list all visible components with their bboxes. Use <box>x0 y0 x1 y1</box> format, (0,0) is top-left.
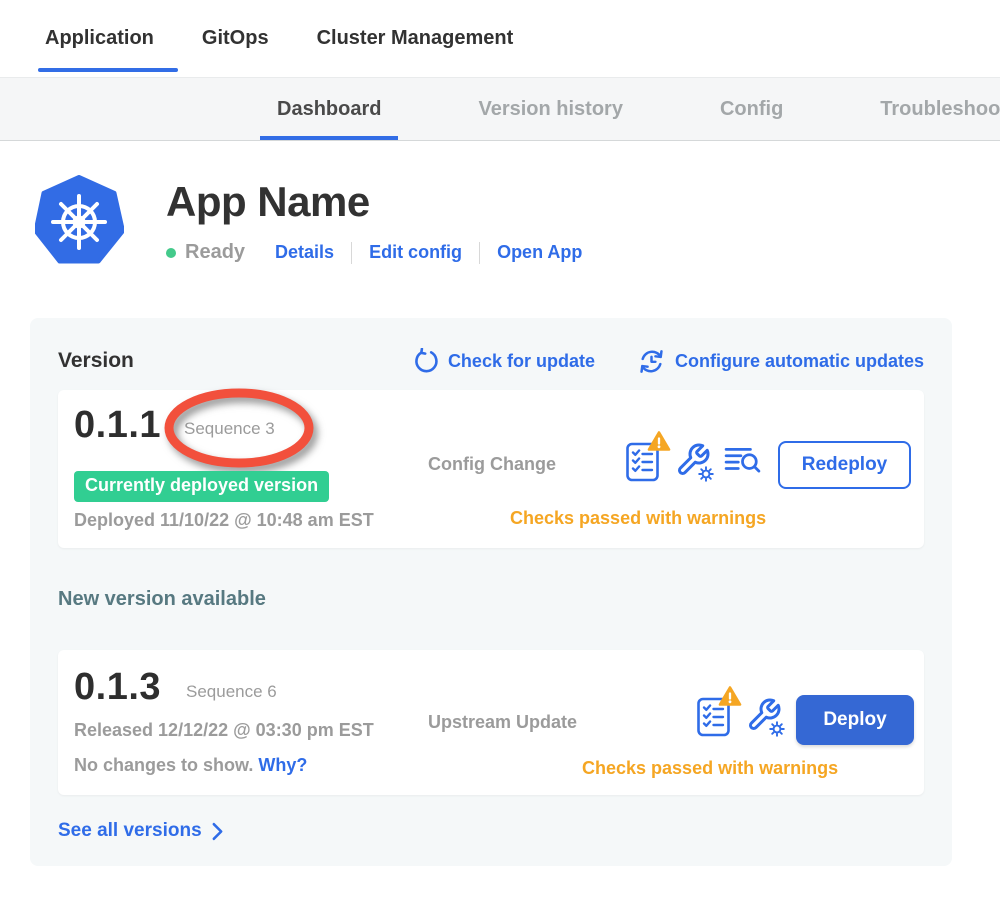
no-changes-label: No changes to show. <box>74 755 253 775</box>
next-version-number: 0.1.3 <box>74 666 161 709</box>
open-app-link[interactable]: Open App <box>497 242 582 263</box>
tab-config[interactable]: Config <box>720 78 783 140</box>
dashboard-main: App Name Ready Details Edit config Open … <box>0 175 1000 866</box>
tab-troubleshoot[interactable]: Troubleshoot <box>880 78 1000 140</box>
version-panel-header: Version Check for update <box>58 346 924 376</box>
gear-icon <box>768 720 786 738</box>
warning-triangle-icon <box>718 685 742 707</box>
deployed-version-badge: Currently deployed version <box>74 471 329 502</box>
deploy-button[interactable]: Deploy <box>796 695 914 745</box>
see-all-versions-label: See all versions <box>58 820 202 842</box>
app-status-row: Ready Details Edit config Open App <box>166 241 582 264</box>
next-version-sequence: Sequence 6 <box>186 682 277 702</box>
divider <box>479 242 480 264</box>
no-changes-text: No changes to show. Why? <box>74 755 307 776</box>
preflight-checks-button[interactable] <box>695 692 733 743</box>
tab-troubleshoot-label: Troubleshoot <box>880 98 1000 121</box>
version-action-icons <box>624 437 761 488</box>
tab-cluster-management[interactable]: Cluster Management <box>317 0 514 77</box>
version-panel-actions: Check for update Configure automatic upd… <box>413 347 924 376</box>
tab-dashboard-label: Dashboard <box>277 98 381 121</box>
check-for-update-link[interactable]: Check for update <box>413 348 595 374</box>
tab-gitops-label: GitOps <box>202 27 269 50</box>
current-version-card: 0.1.1 Sequence 3 Currently deployed vers… <box>58 390 924 548</box>
top-nav: Application GitOps Cluster Management <box>0 0 1000 77</box>
why-link[interactable]: Why? <box>258 755 307 775</box>
app-header: App Name Ready Details Edit config Open … <box>35 175 1000 267</box>
auto-update-clock-icon <box>637 347 666 376</box>
next-version-card: 0.1.3 Sequence 6 Released 12/12/22 @ 03:… <box>58 650 924 795</box>
view-config-button[interactable] <box>746 697 782 738</box>
deployed-timestamp: Deployed 11/10/22 @ 10:48 am EST <box>74 510 374 531</box>
divider <box>351 242 352 264</box>
released-timestamp: Released 12/12/22 @ 03:30 pm EST <box>74 720 374 741</box>
version-panel-title: Version <box>58 349 134 373</box>
status-badge: Ready <box>185 241 245 264</box>
tab-dashboard[interactable]: Dashboard <box>277 78 381 140</box>
version-source-label: Upstream Update <box>428 712 577 733</box>
view-diff-button[interactable] <box>724 444 761 481</box>
tab-config-label: Config <box>720 98 783 121</box>
tab-gitops[interactable]: GitOps <box>202 0 269 77</box>
tab-version-history-label: Version history <box>478 98 623 121</box>
tab-cluster-management-label: Cluster Management <box>317 27 514 50</box>
chevron-right-icon <box>212 822 223 841</box>
warning-triangle-icon <box>647 430 671 452</box>
kubernetes-logo <box>35 175 124 267</box>
new-version-heading: New version available <box>58 588 924 612</box>
tab-application-label: Application <box>45 27 154 50</box>
page-title: App Name <box>166 181 582 223</box>
app-sub-nav: Dashboard Version history Config Trouble… <box>0 77 1000 141</box>
redeploy-button[interactable]: Redeploy <box>778 441 911 489</box>
configure-automatic-updates-link[interactable]: Configure automatic updates <box>637 347 924 376</box>
tab-application[interactable]: Application <box>45 0 154 77</box>
version-panel: Version Check for update <box>30 318 952 866</box>
view-config-button[interactable] <box>675 442 711 483</box>
edit-config-link[interactable]: Edit config <box>369 242 462 263</box>
preflight-status-text: Checks passed with warnings <box>582 758 838 779</box>
details-link[interactable]: Details <box>275 242 334 263</box>
see-all-versions-link[interactable]: See all versions <box>58 820 223 842</box>
preflight-checks-button[interactable] <box>624 437 662 488</box>
preflight-status-text: Checks passed with warnings <box>510 508 766 529</box>
check-for-update-label: Check for update <box>448 351 595 372</box>
version-source-label: Config Change <box>428 454 556 475</box>
configure-automatic-updates-label: Configure automatic updates <box>675 351 924 372</box>
app-header-text: App Name Ready Details Edit config Open … <box>166 175 582 267</box>
version-action-icons <box>695 692 782 743</box>
diff-files-icon <box>724 444 761 476</box>
gear-icon <box>697 465 715 483</box>
current-version-number: 0.1.1 <box>74 404 161 447</box>
refresh-icon <box>413 348 439 374</box>
current-version-sequence: Sequence 3 <box>184 419 275 439</box>
tab-version-history[interactable]: Version history <box>478 78 623 140</box>
status-dot-icon <box>166 248 176 258</box>
